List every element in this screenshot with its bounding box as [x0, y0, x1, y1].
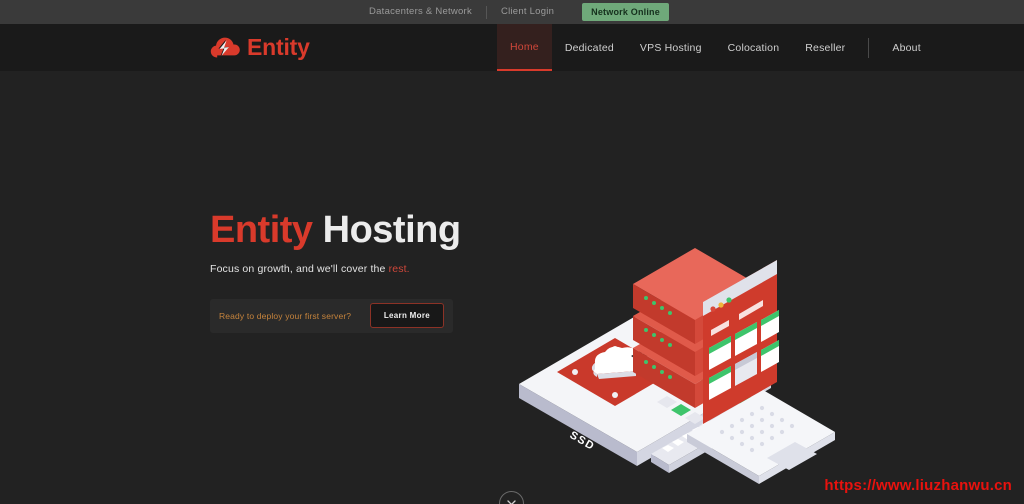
- nav-item-home-label: Home: [510, 40, 539, 53]
- main-navigation: Home Dedicated VPS Hosting Colocation Re…: [497, 24, 934, 71]
- cta-prompt-text: Ready to deploy your first server?: [219, 310, 352, 321]
- nav-item-about-label: About: [892, 41, 921, 54]
- nav-item-vps-hosting[interactable]: VPS Hosting: [627, 24, 715, 71]
- page-root: Datacenters & Network Client Login Netwo…: [0, 0, 1024, 504]
- hero-subtitle-plain: Focus on growth, and we'll cover the: [210, 262, 389, 275]
- hero-title-accent: Entity: [210, 209, 313, 251]
- network-online-badge[interactable]: Network Online: [582, 3, 669, 21]
- nav-item-colocation-label: Colocation: [727, 41, 780, 54]
- nav-item-vps-hosting-label: VPS Hosting: [639, 41, 702, 54]
- topbar-link-client-login[interactable]: Client Login: [487, 0, 568, 24]
- hero-title-plain: Hosting: [322, 209, 461, 251]
- logo[interactable]: Entity: [210, 24, 310, 71]
- nav-item-reseller[interactable]: Reseller: [792, 24, 858, 71]
- hero-section: Entity Hosting Focus on growth, and we'l…: [0, 71, 1024, 504]
- nav-divider: [868, 37, 870, 58]
- chevron-down-icon: [506, 495, 517, 504]
- nav-item-colocation[interactable]: Colocation: [715, 24, 793, 71]
- nav-item-reseller-label: Reseller: [805, 41, 846, 54]
- hero-subtitle-accent: rest.: [388, 262, 410, 275]
- watermark-url: https://www.liuzhanwu.cn: [824, 477, 1012, 494]
- cloud-bolt-icon: [210, 35, 240, 61]
- cta-box: Ready to deploy your first server? Learn…: [210, 298, 453, 333]
- isometric-hosting-illustration: SSD: [505, 196, 845, 504]
- learn-more-button[interactable]: Learn More: [369, 303, 444, 329]
- site-header: Entity Home Dedicated VPS Hosting Coloca…: [0, 24, 1024, 71]
- nav-item-about[interactable]: About: [879, 24, 933, 71]
- top-utility-bar: Datacenters & Network Client Login Netwo…: [0, 0, 1024, 24]
- topbar-link-datacenters[interactable]: Datacenters & Network: [355, 0, 486, 24]
- logo-text: Entity: [247, 34, 310, 60]
- nav-item-home[interactable]: Home: [497, 24, 552, 71]
- top-utility-bar-inner: Datacenters & Network Client Login Netwo…: [355, 0, 669, 24]
- nav-item-dedicated[interactable]: Dedicated: [552, 24, 627, 71]
- nav-item-dedicated-label: Dedicated: [564, 41, 614, 54]
